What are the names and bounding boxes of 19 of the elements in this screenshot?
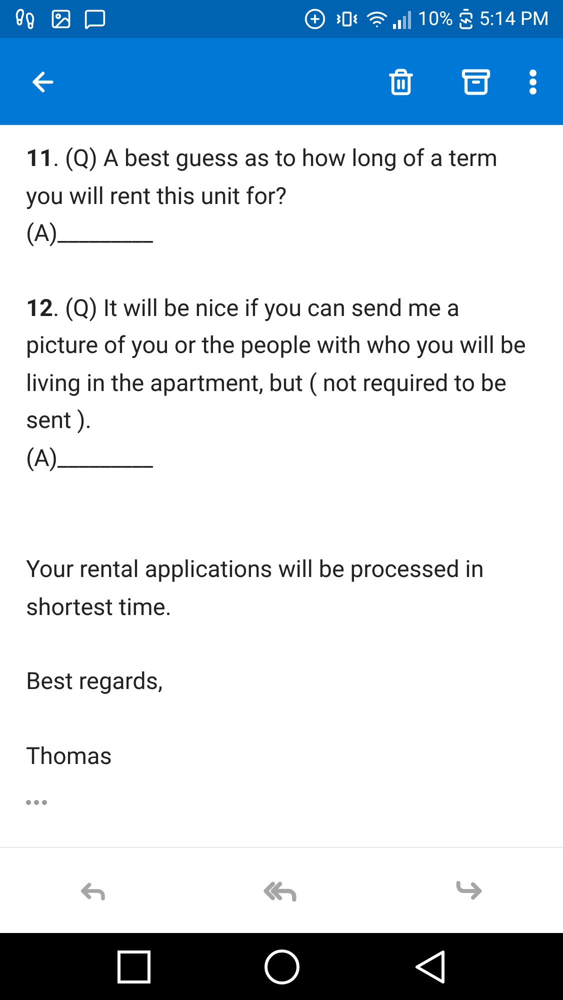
- recent-apps-icon[interactable]: [116, 950, 151, 984]
- home-icon[interactable]: [264, 948, 300, 984]
- more-options-icon[interactable]: [529, 68, 537, 94]
- data-saver-icon: [304, 8, 326, 30]
- question-text: 12. (Q) It will be nice if you can send me a picture of you or the people with who you will be living in the apartment, but ( not required to be sent ).: [26, 292, 527, 436]
- message-paragraph: Best regards,: [26, 666, 164, 697]
- message-paragraph: Your rental applications will be processed in shortest time.: [26, 554, 485, 622]
- delete-button[interactable]: [387, 68, 415, 96]
- answer-line: (A)_________: [26, 442, 154, 474]
- message-paragraph: Thomas: [26, 740, 113, 772]
- question-text: 11. (Q) A best guess as to how long of a term you will rent this unit for?: [26, 143, 498, 212]
- signal-icon: [392, 8, 414, 30]
- battery-percent: 10%: [418, 6, 454, 32]
- archive-button[interactable]: [461, 66, 491, 96]
- answer-line: (A)_________: [26, 218, 154, 249]
- message-icon: [84, 8, 106, 30]
- back-icon[interactable]: [414, 950, 446, 984]
- image-icon: [50, 8, 72, 30]
- clock: 5:14 PM: [479, 6, 549, 32]
